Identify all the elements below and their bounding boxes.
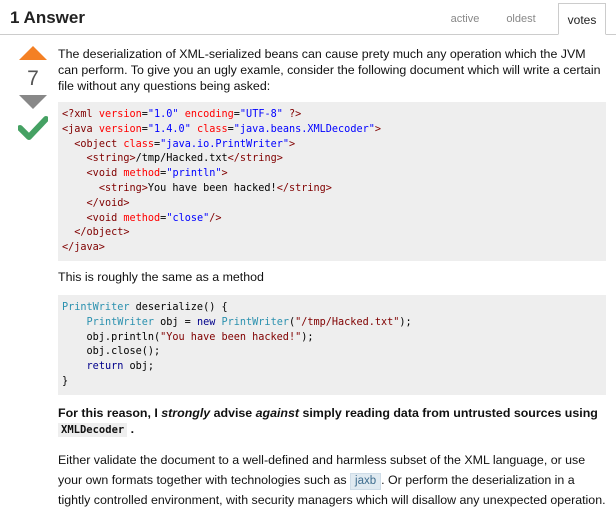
code-token: new bbox=[196, 316, 216, 328]
code-token: class bbox=[196, 123, 228, 135]
intro-paragraph: The deserialization of XML-serialized be… bbox=[58, 47, 601, 93]
code-token: </string> bbox=[276, 182, 332, 194]
code-token: "/tmp/Hacked.txt" bbox=[295, 316, 400, 328]
code-token: <?xml bbox=[62, 109, 99, 120]
code-line: } bbox=[62, 375, 602, 390]
code-token: <java bbox=[62, 123, 99, 135]
code-token: encoding bbox=[184, 109, 234, 120]
code-token: class bbox=[123, 138, 155, 150]
code-line: <void method="close"/> bbox=[62, 212, 602, 227]
jaxb-tag[interactable]: jaxb bbox=[350, 472, 382, 490]
code-token: /> bbox=[209, 212, 222, 224]
code-token: obj; bbox=[123, 361, 155, 373]
code-token: </void> bbox=[86, 197, 130, 209]
code-token: "You have been hacked!" bbox=[160, 331, 302, 343]
code-token: method bbox=[123, 212, 161, 224]
code-line: PrintWriter deserialize() { bbox=[62, 301, 602, 316]
code-token: > bbox=[288, 138, 296, 150]
code-line: obj.close(); bbox=[62, 345, 602, 360]
code-token: > bbox=[221, 168, 228, 180]
code-token: <object bbox=[74, 138, 124, 150]
vote-count: 7 bbox=[27, 67, 39, 90]
code-token: You have been hacked! bbox=[147, 182, 277, 194]
code-line: </java> bbox=[62, 241, 602, 256]
code-line: PrintWriter obj = new PrintWriter("/tmp/… bbox=[62, 316, 602, 331]
code-token: "java.io.PrintWriter" bbox=[160, 138, 289, 150]
tab-active[interactable]: active bbox=[440, 3, 490, 33]
code-token: "java.beans.XMLDecoder" bbox=[233, 123, 375, 135]
code-token: <string> bbox=[86, 153, 136, 165]
code-token: "1.4.0" bbox=[147, 123, 191, 135]
upvote-arrow-icon[interactable] bbox=[19, 46, 47, 60]
code-line: </object> bbox=[62, 226, 602, 241]
code-token: method bbox=[123, 168, 161, 180]
code-token: </object> bbox=[74, 227, 130, 239]
java-code-block: PrintWriter deserialize() { PrintWriter … bbox=[58, 294, 606, 395]
code-line: <string>You have been hacked!</string> bbox=[62, 182, 602, 197]
code-token: <string> bbox=[98, 182, 148, 194]
code-token: PrintWriter bbox=[62, 301, 130, 313]
code-token: ); bbox=[301, 331, 314, 343]
answer-count-heading: 1 Answer bbox=[10, 8, 85, 27]
vote-cell: 7 bbox=[16, 46, 50, 141]
code-token: ?> bbox=[282, 109, 302, 120]
code-token: PrintWriter bbox=[221, 316, 289, 328]
advice-text-2: advise bbox=[210, 405, 256, 420]
code-token: "1.0" bbox=[147, 109, 179, 120]
code-line: obj.println("You have been hacked!"); bbox=[62, 331, 602, 346]
code-token: obj.close(); bbox=[62, 346, 161, 358]
code-token: PrintWriter bbox=[86, 316, 155, 328]
code-line: </void> bbox=[62, 197, 602, 212]
code-token: "UTF-8" bbox=[239, 109, 283, 120]
sort-tabs: active oldest votes bbox=[440, 3, 608, 35]
tab-oldest[interactable]: oldest bbox=[490, 3, 552, 33]
advice-strongly: strongly bbox=[161, 405, 211, 420]
code-token: "close" bbox=[166, 212, 210, 224]
xmldecoder-code: XMLDecoder bbox=[58, 422, 128, 437]
code-token: return bbox=[86, 361, 124, 373]
accepted-checkmark-icon bbox=[17, 115, 49, 141]
xml-code-block: <?xml version="1.0" encoding="UTF-8" ?> <… bbox=[58, 102, 606, 261]
code-line: <void method="println"> bbox=[62, 167, 602, 182]
answer-body: The deserialization of XML-serialized be… bbox=[58, 46, 606, 510]
code-token: </string> bbox=[227, 153, 283, 165]
code-token: /tmp/Hacked.txt bbox=[135, 153, 228, 165]
code-line: <object class="java.io.PrintWriter"> bbox=[62, 138, 602, 153]
code-token: } bbox=[62, 375, 69, 387]
answers-header: 1 Answer active oldest votes bbox=[0, 0, 616, 35]
code-line: <java version="1.4.0" class="java.beans.… bbox=[62, 123, 602, 138]
advice-text-1: For this reason, I bbox=[58, 405, 162, 420]
code-token: deserialize() { bbox=[129, 301, 228, 313]
code-token: <void bbox=[86, 212, 124, 224]
code-token: "println" bbox=[166, 168, 222, 180]
code-line: <?xml version="1.0" encoding="UTF-8" ?> bbox=[62, 108, 602, 123]
code-token: ); bbox=[399, 316, 412, 328]
code-line: <string>/tmp/Hacked.txt</string> bbox=[62, 152, 602, 167]
code-token: obj = bbox=[154, 316, 197, 328]
downvote-arrow-icon[interactable] bbox=[19, 95, 47, 109]
advice-end: . bbox=[130, 421, 135, 436]
advice-paragraph: For this reason, I strongly advise again… bbox=[58, 405, 606, 438]
code-token: </java> bbox=[62, 242, 105, 254]
code-token: > bbox=[374, 123, 381, 135]
method-paragraph: This is roughly the same as a method bbox=[58, 269, 264, 284]
code-token: obj.println( bbox=[62, 331, 161, 343]
code-token: <void bbox=[86, 168, 124, 180]
advice-text-3: simply reading data from untrusted sourc… bbox=[299, 405, 598, 420]
code-token: version bbox=[98, 123, 142, 135]
code-token: version bbox=[98, 109, 142, 120]
advice-against: against bbox=[255, 405, 300, 420]
tab-votes[interactable]: votes bbox=[558, 3, 606, 35]
code-line: return obj; bbox=[62, 360, 602, 375]
